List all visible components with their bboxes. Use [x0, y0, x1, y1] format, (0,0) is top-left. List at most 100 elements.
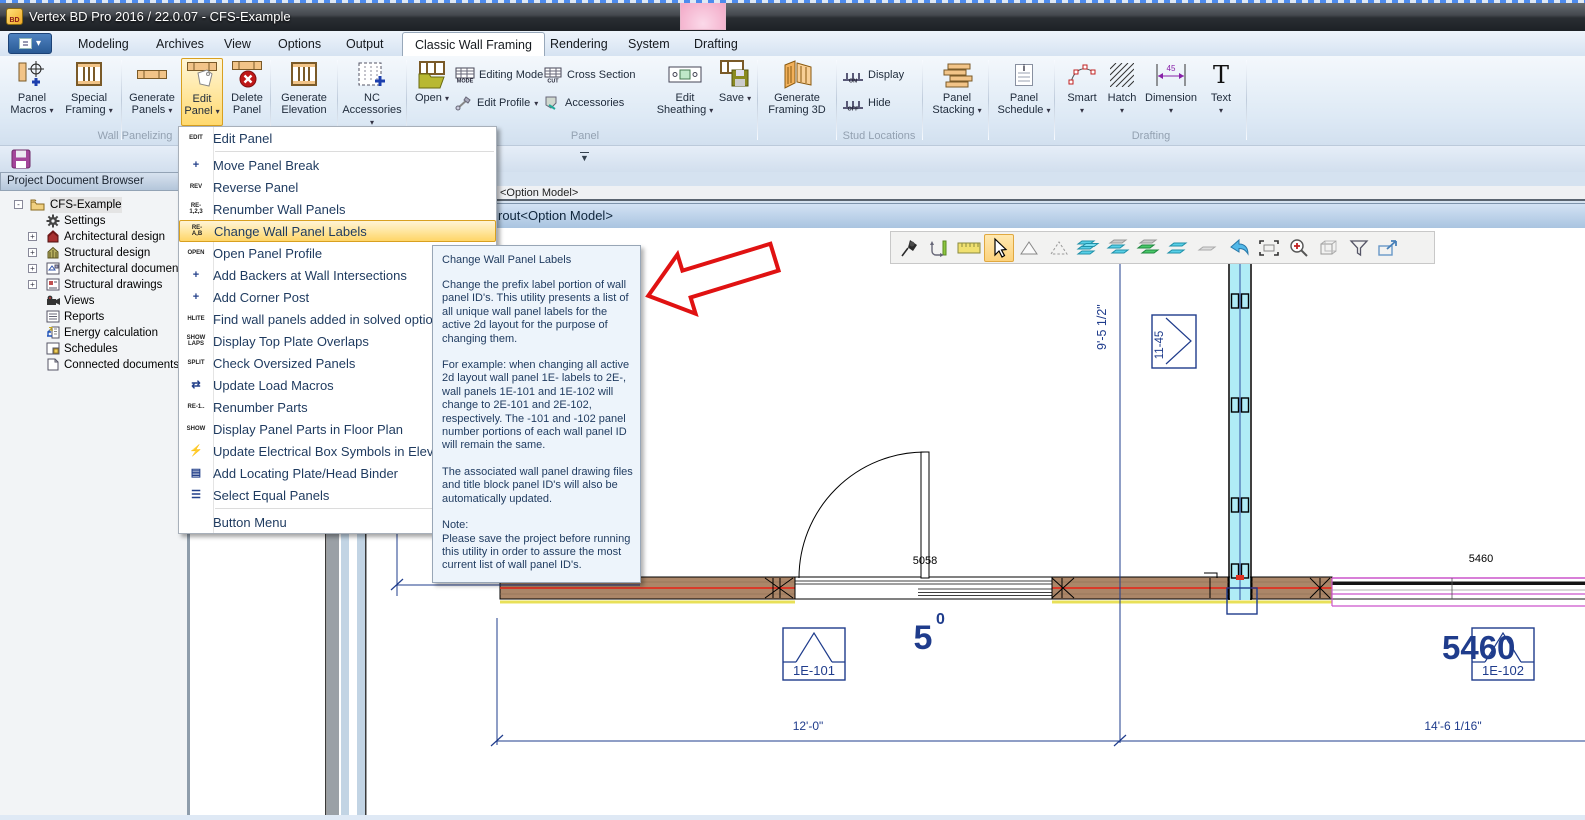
nc-accessories-button[interactable]: NC Accessories ▾: [341, 58, 403, 126]
pane-collapse-icon[interactable]: ▼: [580, 152, 589, 163]
filter-icon[interactable]: [1344, 234, 1374, 262]
orbit-icon[interactable]: [924, 234, 954, 262]
tab-classic-wall-framing[interactable]: Classic Wall Framing: [402, 32, 545, 56]
door-number-superscript: 0: [936, 611, 945, 628]
layers-stack-icon[interactable]: [1074, 234, 1104, 262]
app-menu-icon: ≣: [19, 38, 32, 49]
undo-icon[interactable]: [1224, 234, 1254, 262]
cube-icon[interactable]: [1314, 234, 1344, 262]
menu-item-edit-panel[interactable]: EDITEdit Panel: [179, 127, 496, 149]
edit-profile-icon: [455, 95, 473, 111]
expand-expander[interactable]: +: [28, 232, 37, 241]
ribbon-tab-bar: ≣ ▾ Modeling Archives View Options Outpu…: [0, 31, 1585, 56]
generate-elevation-button[interactable]: Generate Elevation: [274, 58, 334, 126]
zoom-in-icon[interactable]: [1284, 234, 1314, 262]
selection-artifact: [0, 0, 1585, 3]
tree-item-reports[interactable]: Reports: [0, 309, 187, 325]
menu-item-move-panel-break[interactable]: +Move Panel Break: [179, 154, 496, 176]
update-electrical-box-icon: ⚡: [179, 446, 213, 457]
dimension-button[interactable]: 45 Dimension▾: [1142, 58, 1200, 126]
editing-mode-icon: MODE: [455, 67, 475, 83]
delete-panel-button[interactable]: Delete Panel: [225, 58, 269, 126]
application-menu-button[interactable]: ≣ ▾: [8, 33, 52, 54]
hide-stud-locations-button[interactable]: OFF Hide: [842, 92, 891, 114]
view-tab[interactable]: <Option Model>: [500, 187, 578, 199]
expand-expander[interactable]: +: [28, 248, 37, 257]
tree-item-structural-design[interactable]: + Structural design: [0, 245, 187, 261]
pin-icon[interactable]: [894, 234, 924, 262]
display-stud-locations-button[interactable]: ON Display: [842, 64, 904, 86]
select-region-icon[interactable]: [1254, 234, 1284, 262]
save-button[interactable]: Save ▾: [717, 58, 753, 126]
tab-system[interactable]: System: [616, 32, 682, 56]
tree-item-structural-drawings[interactable]: + Structural drawings: [0, 277, 187, 293]
tab-modeling[interactable]: Modeling: [66, 32, 141, 56]
edit-sheathing-button[interactable]: Edit Sheathing ▾: [655, 58, 715, 126]
group-label-stud-locations: Stud Locations: [818, 130, 940, 142]
architectural-design-icon: [46, 230, 60, 243]
open-button[interactable]: Open ▾: [412, 58, 452, 126]
delete-panel-icon: [225, 58, 269, 92]
layers-offset-icon[interactable]: [1104, 234, 1134, 262]
generate-panels-button[interactable]: Generate Panels ▾: [124, 58, 180, 126]
chevron-down-icon: ▾: [709, 106, 713, 115]
edit-profile-button[interactable]: Edit Profile ▾: [455, 92, 538, 114]
text-button[interactable]: T Text▾: [1202, 58, 1240, 126]
tree-item-connected-documents[interactable]: Connected documents: [0, 357, 187, 373]
layers-two-icon[interactable]: [1164, 234, 1194, 262]
smart-button[interactable]: Smart▾: [1062, 58, 1102, 126]
tree-item-architectural-design[interactable]: + Architectural design: [0, 229, 187, 245]
layer-flat-icon[interactable]: [1194, 234, 1224, 262]
tab-drafting[interactable]: Drafting: [682, 32, 750, 56]
hatch-icon: [1104, 58, 1140, 92]
triangle-dashed-icon[interactable]: [1044, 234, 1074, 262]
panel-macros-button[interactable]: Panel Macros ▾: [6, 58, 58, 126]
tree-item-root[interactable]: - CFS-Example: [0, 197, 187, 213]
triangle-icon[interactable]: [1014, 234, 1044, 262]
nc-accessories-icon: [341, 58, 403, 92]
cross-section-button[interactable]: CUT Cross Section: [543, 64, 635, 86]
tab-view[interactable]: View: [212, 32, 263, 56]
panel-schedule-button[interactable]: i Panel Schedule ▾: [994, 58, 1054, 126]
tab-output[interactable]: Output: [334, 32, 396, 56]
renumber-parts-icon: RE-1..: [179, 404, 213, 410]
save-icon: [717, 58, 753, 92]
svg-text:ON: ON: [849, 78, 857, 83]
browser-title: Project Document Browser: [0, 172, 187, 191]
expand-expander[interactable]: +: [28, 264, 37, 273]
edit-panel-button[interactable]: Edit Panel ▾: [181, 58, 223, 126]
editing-mode-button[interactable]: MODE Editing Mode: [455, 64, 543, 86]
open-folder-icon: [412, 58, 452, 92]
views-icon: [46, 294, 61, 307]
collapse-expander[interactable]: -: [14, 200, 23, 209]
ruler-icon[interactable]: [954, 234, 984, 262]
menu-item-reverse-panel[interactable]: REVReverse Panel: [179, 176, 496, 198]
tree-item-architectural-documents[interactable]: + Architectural documents: [0, 261, 187, 277]
cursor-icon[interactable]: [984, 234, 1014, 262]
expand-icon[interactable]: [1374, 234, 1404, 262]
overlay-artifact: [680, 2, 726, 30]
save-document-icon[interactable]: [11, 149, 31, 169]
layers-green-icon[interactable]: [1134, 234, 1164, 262]
hatch-button[interactable]: Hatch▾: [1104, 58, 1140, 126]
panel-stacking-button[interactable]: Panel Stacking ▾: [928, 58, 986, 126]
expand-expander[interactable]: +: [28, 280, 37, 289]
menu-item-renumber-wall-panels[interactable]: RE- 1,2,3Renumber Wall Panels: [179, 198, 496, 220]
menu-item-change-wall-panel-labels[interactable]: RE- A,BChange Wall Panel Labels: [179, 220, 496, 242]
generate-framing-3d-button[interactable]: Generate Framing 3D: [761, 58, 833, 126]
tooltip-title: Change Wall Panel Labels: [442, 254, 633, 266]
drawing-toolbar: [890, 231, 1435, 264]
chevron-down-icon: ▾: [747, 94, 751, 103]
chevron-down-icon: ▾: [1219, 106, 1223, 115]
tab-options[interactable]: Options: [266, 32, 333, 56]
tree-item-settings[interactable]: Settings: [0, 213, 187, 229]
tooltip-paragraph: For example: when changing all active 2d…: [442, 359, 633, 453]
special-framing-button[interactable]: Special Framing ▾: [60, 58, 118, 126]
tab-rendering[interactable]: Rendering: [538, 32, 620, 56]
tab-archives[interactable]: Archives: [144, 32, 216, 56]
tree-item-schedules[interactable]: Schedules: [0, 341, 187, 357]
view-caption: rout<Option Model>: [498, 208, 613, 223]
accessories-button[interactable]: Accessories: [543, 92, 624, 114]
tree-item-views[interactable]: Views: [0, 293, 187, 309]
tree-item-energy-calculation[interactable]: Energy calculation: [0, 325, 187, 341]
